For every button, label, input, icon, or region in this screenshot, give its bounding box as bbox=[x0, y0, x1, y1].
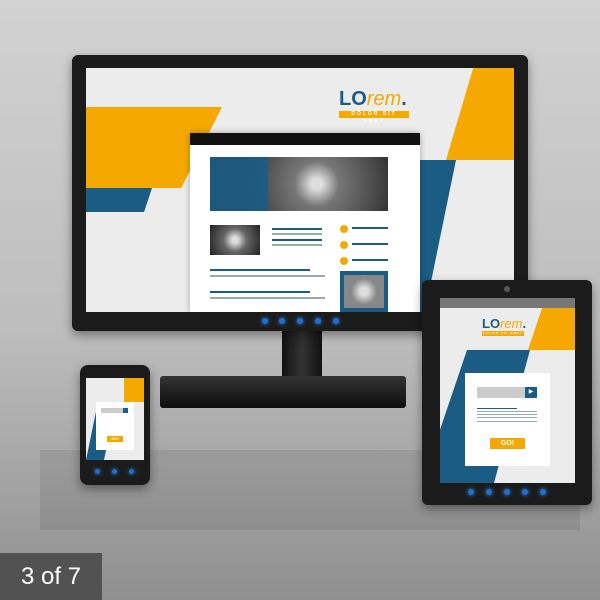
monitor-screen: LOrem. DOLOR SIT AMET bbox=[86, 68, 514, 312]
monitor-stand-neck bbox=[282, 328, 322, 378]
tablet-logo: LOrem. bbox=[482, 316, 527, 331]
monitor-stand-base bbox=[160, 376, 406, 408]
tagline: DOLOR SIT AMET bbox=[339, 111, 409, 124]
tablet-go-button[interactable]: GO! bbox=[490, 438, 525, 449]
tablet-screen: LOrem. DOLOR SIT AMET ▶ GO! bbox=[440, 298, 575, 483]
thumb-image bbox=[210, 225, 260, 255]
side-image bbox=[340, 271, 388, 312]
phone-go-button[interactable]: GO! bbox=[107, 436, 123, 442]
webpage-nav-bar bbox=[190, 133, 420, 145]
tablet-form-card: ▶ GO! bbox=[465, 373, 550, 466]
phone-screen: GO! bbox=[86, 378, 144, 460]
tablet-play-button[interactable]: ▶ bbox=[525, 387, 537, 398]
orange-banner-right bbox=[446, 68, 514, 160]
tablet-camera-icon bbox=[504, 286, 510, 292]
tablet-search-input[interactable] bbox=[477, 387, 525, 398]
tablet-tagline: DOLOR SIT AMET bbox=[482, 331, 524, 336]
webpage-mockup bbox=[190, 133, 420, 312]
blue-banner-left bbox=[86, 188, 152, 212]
gallery-counter: 3 of 7 bbox=[0, 553, 102, 600]
hero-blue-panel bbox=[210, 157, 268, 211]
logo: LOrem. bbox=[339, 88, 407, 110]
phone-form-card: GO! bbox=[96, 402, 134, 450]
